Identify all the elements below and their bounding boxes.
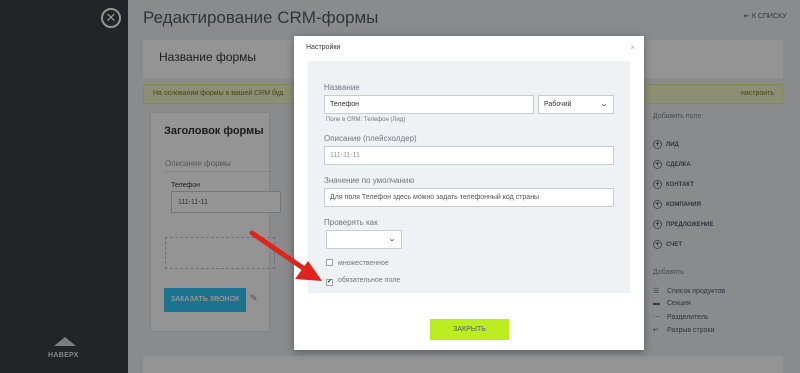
multiple-checkbox[interactable] — [326, 259, 333, 266]
settings-modal: Настройки × Название Телефон Рабочий ⌄ П… — [294, 36, 644, 350]
chevron-down-icon: ⌄ — [599, 101, 609, 108]
multiple-label: множественное — [338, 260, 389, 267]
close-button[interactable]: ЗАКРЫТЬ — [430, 319, 509, 340]
phone-type-value: Рабочий — [544, 101, 572, 108]
name-label: Название — [324, 83, 360, 92]
validate-label: Проверять как — [324, 218, 378, 227]
modal-title: Настройки — [306, 44, 341, 51]
required-label: обязательное поле — [338, 277, 401, 284]
phone-type-select[interactable]: Рабочий ⌄ — [538, 95, 614, 114]
name-input[interactable]: Телефон — [324, 95, 534, 114]
description-label: Описание (плейсхолдер) — [324, 134, 417, 143]
default-value-input[interactable]: Для поля Телефон здесь можно задать теле… — [324, 188, 614, 207]
modal-body: Название Телефон Рабочий ⌄ Поле в CRM: Т… — [308, 61, 630, 293]
validate-select[interactable]: ⌄ — [326, 230, 402, 249]
default-value-label: Значение по умолчанию — [324, 176, 415, 185]
chevron-down-icon: ⌄ — [387, 236, 397, 243]
required-option[interactable]: ✔ обязательное поле — [326, 277, 400, 286]
required-checkbox[interactable]: ✔ — [326, 279, 333, 286]
description-input[interactable]: 111-11-11 — [324, 146, 614, 165]
crm-field-hint: Поле в CRM: Телефон (Лид) — [326, 117, 406, 123]
multiple-option[interactable]: множественное — [326, 259, 389, 267]
modal-close-icon[interactable]: × — [630, 43, 635, 52]
